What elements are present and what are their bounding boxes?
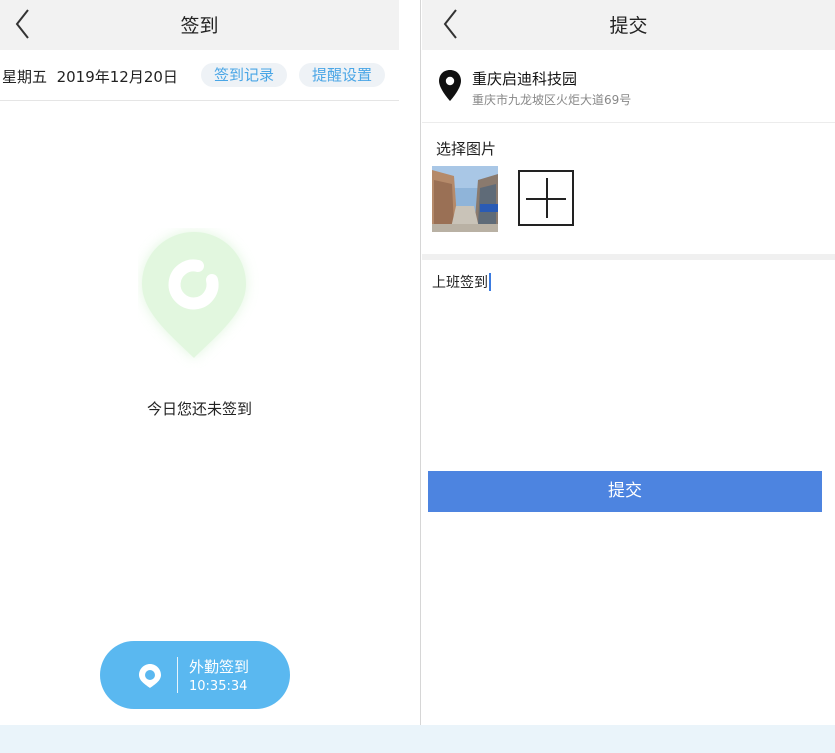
header-bar: 签到 bbox=[0, 0, 399, 50]
header-bar: 提交 bbox=[422, 0, 835, 50]
section-separator bbox=[422, 254, 835, 260]
reminder-settings-button[interactable]: 提醒设置 bbox=[299, 63, 386, 87]
location-pin-icon bbox=[438, 69, 462, 107]
divider bbox=[177, 657, 178, 693]
location-pin-icon bbox=[138, 228, 260, 372]
map-pin-icon bbox=[138, 663, 162, 693]
date-bar: 星期五 2019年12月20日 签到记录 提醒设置 bbox=[0, 50, 399, 101]
location-row[interactable]: 重庆启迪科技园 重庆市九龙坡区火炬大道69号 bbox=[422, 52, 835, 123]
photo-thumbnail[interactable] bbox=[432, 166, 498, 232]
location-address: 重庆市九龙坡区火炬大道69号 bbox=[472, 93, 632, 107]
add-plus-icon[interactable] bbox=[518, 170, 574, 226]
remark-text: 上班签到 bbox=[432, 275, 488, 291]
date-text: 星期五 2019年12月20日 bbox=[2, 66, 178, 87]
page-title: 签到 bbox=[180, 15, 219, 37]
checkin-screen: 签到 星期五 2019年12月20日 签到记录 提醒设置 今日您还未签到 外勤签… bbox=[0, 0, 399, 725]
date: 2019年12月20日 bbox=[56, 68, 178, 86]
text-caret bbox=[489, 273, 491, 291]
current-time: 10:35:34 bbox=[189, 679, 248, 694]
checkin-status-text: 今日您还未签到 bbox=[146, 400, 252, 418]
checkin-records-button[interactable]: 签到记录 bbox=[201, 63, 288, 87]
field-checkin-label: 外勤签到 bbox=[189, 658, 250, 676]
panel-divider bbox=[420, 0, 421, 725]
select-picture-label: 选择图片 bbox=[436, 140, 497, 158]
bottom-strip bbox=[0, 725, 835, 753]
submit-screen: 提交 重庆启迪科技园 重庆市九龙坡区火炬大道69号 选择图片 上班签到 提交 bbox=[422, 0, 835, 725]
submit-button[interactable]: 提交 bbox=[428, 471, 822, 512]
location-name: 重庆启迪科技园 bbox=[472, 70, 578, 88]
weekday: 星期五 bbox=[2, 68, 48, 86]
page-title: 提交 bbox=[609, 15, 648, 37]
remark-textarea[interactable]: 上班签到 bbox=[432, 272, 822, 452]
field-checkin-button[interactable]: 外勤签到 10:35:34 bbox=[100, 641, 290, 709]
